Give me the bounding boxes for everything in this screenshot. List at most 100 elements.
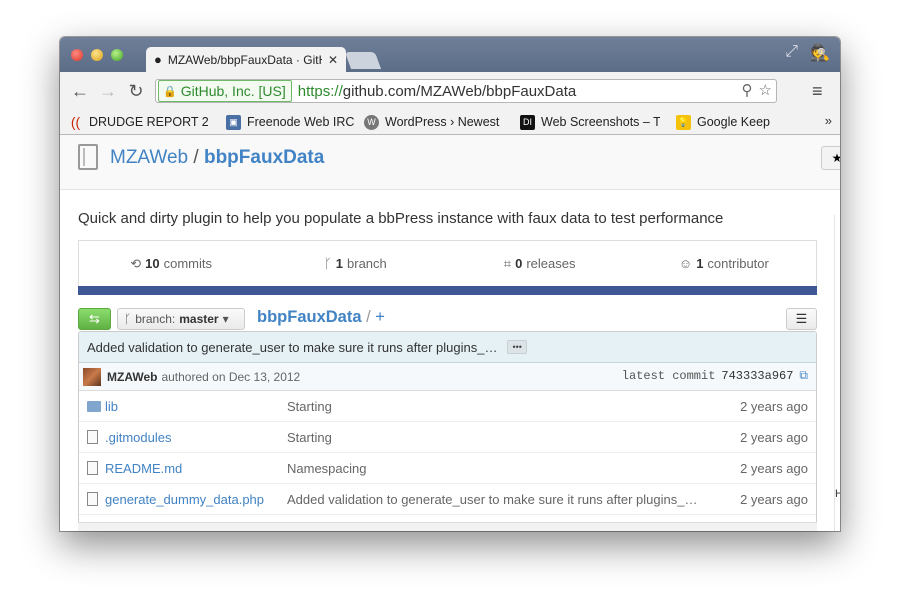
zoom-window-button[interactable]: [111, 49, 123, 61]
file-icon: [87, 461, 98, 475]
file-row[interactable]: README.md Namespacing 2 years ago: [79, 453, 816, 484]
list-icon: ☰: [795, 311, 808, 326]
bookmark-label: Google Keep: [697, 115, 770, 129]
contributors-label: contributor: [707, 256, 769, 271]
bookmark-star-icon[interactable]: ☆: [759, 81, 772, 99]
file-commit-message[interactable]: Starting: [287, 430, 697, 445]
bookmark-label: Web Screenshots – T: [541, 115, 660, 129]
fullscreen-icon[interactable]: ⤢: [785, 43, 798, 63]
ev-certificate-badge[interactable]: 🔒 GitHub, Inc. [US]: [158, 80, 292, 102]
summary-branches[interactable]: ᚴ 1 branch: [263, 241, 447, 286]
file-icon: [87, 430, 98, 444]
wordpress-icon: W: [364, 114, 379, 130]
drudge-icon: ((: [70, 114, 81, 130]
summary-releases[interactable]: ⌗ 0 releases: [448, 241, 632, 286]
github-octocat-icon: ●: [154, 52, 162, 67]
back-button[interactable]: ←: [66, 81, 94, 102]
repo-owner-link[interactable]: MZAWeb: [110, 147, 188, 168]
commits-count: 10: [145, 256, 160, 271]
commit-message-link[interactable]: Added validation to generate_user to mak…: [87, 340, 497, 355]
history-icon: ⟲: [130, 255, 142, 271]
zoom-search-icon[interactable]: ⚲: [742, 81, 753, 99]
browser-toolbar: ← → ↻ 🔒 GitHub, Inc. [US] https://github…: [60, 72, 840, 110]
new-tab-button[interactable]: [344, 52, 382, 69]
file-row[interactable]: .gitmodules Starting 2 years ago: [79, 422, 816, 453]
branch-selector[interactable]: ᚴ branch: master ▾: [117, 308, 245, 330]
bookmark-webscreenshots[interactable]: DI Web Screenshots – T: [520, 114, 660, 130]
file-name-link[interactable]: .gitmodules: [105, 430, 171, 445]
file-icon: [87, 492, 98, 506]
commits-label: commits: [163, 256, 212, 271]
new-file-plus-link[interactable]: +: [375, 308, 385, 326]
bookmark-wordpress[interactable]: W WordPress › Newest: [364, 114, 504, 130]
freenode-icon: ▣: [226, 114, 241, 130]
contributors-count: 1: [696, 256, 704, 271]
file-age: 2 years ago: [740, 491, 808, 507]
bookmarks-overflow-button[interactable]: »: [825, 113, 832, 128]
sidebar-fragment: H: [835, 488, 840, 500]
file-name-cell: .gitmodules: [79, 430, 287, 445]
breadcrumb-slash: /: [366, 308, 371, 326]
last-commit-message: Added validation to generate_user to mak…: [79, 332, 816, 363]
commit-authored-date: authored on Dec 13, 2012: [161, 369, 301, 384]
window-icons: ⤢ 🕵: [785, 43, 830, 63]
compare-icon: ⇆: [89, 311, 100, 326]
tab-title: MZAWeb/bbpFauxData · GitHub: [167, 52, 322, 67]
language-bar[interactable]: [78, 286, 817, 295]
tab-github[interactable]: ● MZAWeb/bbpFauxData · GitHub ✕: [146, 47, 346, 72]
file-row[interactable]: generate_dummy_data.php Added validation…: [79, 484, 816, 515]
file-name-cell: README.md: [79, 461, 287, 476]
minimize-window-button[interactable]: [91, 49, 103, 61]
breadcrumb-repo-link[interactable]: bbpFauxData: [257, 308, 362, 326]
commit-sha-link[interactable]: 743333a967: [721, 369, 793, 383]
tab-close-icon[interactable]: ✕: [328, 53, 338, 67]
bookmark-label: Freenode Web IRC: [247, 115, 354, 129]
bookmark-google-keep[interactable]: 💡 Google Keep: [676, 114, 770, 130]
list-view-button[interactable]: ☰: [786, 308, 817, 330]
di-icon: DI: [520, 114, 535, 130]
folder-icon: [87, 400, 101, 412]
commit-author-link[interactable]: MZAWeb: [107, 370, 157, 384]
file-commit-message[interactable]: Added validation to generate_user to mak…: [287, 492, 697, 507]
bookmarks-bar: (( DRUDGE REPORT 20 ▣ Freenode Web IRC W…: [60, 110, 840, 135]
browser-window: ● MZAWeb/bbpFauxData · GitHub ✕ ⤢ 🕵 ← → …: [60, 37, 840, 531]
bookmark-drudge[interactable]: (( DRUDGE REPORT 20: [68, 115, 208, 130]
file-age: 2 years ago: [740, 398, 808, 414]
forward-button[interactable]: →: [94, 81, 122, 102]
breadcrumb: bbpFauxData / +: [257, 308, 385, 327]
file-row[interactable]: lib Starting 2 years ago: [79, 391, 816, 422]
ev-label: GitHub, Inc. [US]: [180, 83, 286, 99]
file-age: 2 years ago: [740, 429, 808, 445]
compare-button[interactable]: ⇆: [78, 308, 111, 330]
file-browser: Added validation to generate_user to mak…: [78, 331, 817, 531]
commit-meta: MZAWeb authored on Dec 13, 2012 latest c…: [79, 363, 816, 391]
expand-commit-button[interactable]: •••: [507, 340, 527, 354]
star-button[interactable]: ★: [821, 146, 840, 170]
file-name-link[interactable]: lib: [105, 399, 118, 414]
file-name-cell: generate_dummy_data.php: [79, 492, 287, 507]
bookmark-freenode[interactable]: ▣ Freenode Web IRC: [226, 114, 354, 130]
readme-box-top: [78, 522, 817, 531]
address-bar[interactable]: 🔒 GitHub, Inc. [US] https://github.com/M…: [155, 79, 777, 103]
summary-commits[interactable]: ⟲ 10 commits: [79, 241, 263, 286]
close-window-button[interactable]: [71, 49, 83, 61]
url-text: https://github.com/MZAWeb/bbpFauxData: [298, 83, 576, 100]
releases-label: releases: [526, 256, 576, 271]
omnibox-icons: ⚲ ☆: [742, 81, 772, 99]
bookmark-label: WordPress › Newest: [385, 115, 500, 129]
repo-name-link[interactable]: bbpFauxData: [204, 147, 324, 168]
clipboard-icon[interactable]: ⧉: [799, 369, 808, 383]
reload-button[interactable]: ↻: [122, 81, 150, 102]
repo-header: MZAWeb / bbpFauxData ★: [60, 135, 840, 190]
summary-contributors[interactable]: ☺ 1 contributor: [632, 241, 816, 286]
branch-label: branch:: [135, 312, 176, 326]
file-navigation: ⇆ ᚴ branch: master ▾ bbpFauxData / + ☰: [78, 308, 817, 332]
file-name-link[interactable]: generate_dummy_data.php: [105, 492, 264, 507]
latest-commit-label: latest commit: [621, 369, 716, 383]
file-commit-message[interactable]: Namespacing: [287, 461, 697, 476]
avatar[interactable]: [83, 367, 101, 386]
file-name-link[interactable]: README.md: [105, 461, 182, 476]
file-commit-message[interactable]: Starting: [287, 399, 697, 414]
chrome-menu-icon[interactable]: ≡: [812, 81, 823, 102]
repo-title-separator: /: [193, 147, 199, 168]
